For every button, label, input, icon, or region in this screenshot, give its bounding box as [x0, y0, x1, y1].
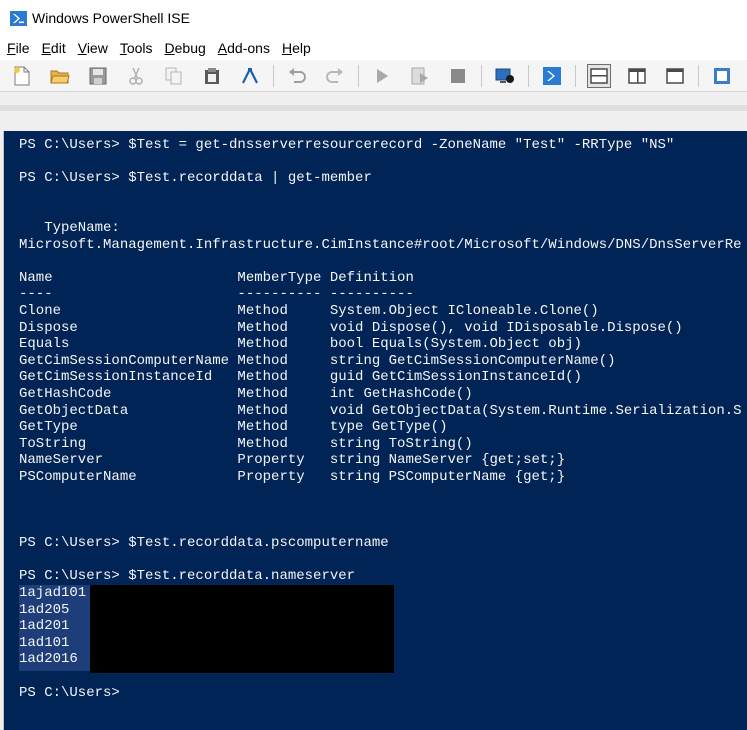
powershell-ise-window: Windows PowerShell ISE File Edit View To… [0, 0, 747, 730]
menu-add-ons[interactable]: Add-ons [212, 40, 276, 56]
open-folder-icon[interactable] [49, 65, 71, 87]
toolbar-separator [528, 64, 529, 87]
toolbar-separator [481, 64, 482, 87]
console-line: Microsoft.Management.Infrastructure.CimI… [19, 236, 742, 253]
console-line: Clone Method System.Object ICloneable.Cl… [19, 302, 599, 319]
console-line: GetType Method type GetType() [19, 419, 448, 436]
console-line: PS C:\Users> $Test.recorddata.pscomputer… [19, 535, 389, 552]
menu-bar: File Edit View Tools Debug Add-ons Help [0, 36, 747, 60]
menu-debug[interactable]: Debug [159, 40, 212, 56]
menu-help-rest: elp [292, 40, 311, 56]
console-line: PS C:\Users> [19, 684, 120, 701]
menu-edit-rest: dit [50, 40, 66, 56]
menu-view-accel: V [77, 40, 87, 56]
save-icon[interactable] [87, 65, 109, 87]
menu-tools[interactable]: Tools [114, 40, 159, 56]
clear-console-icon[interactable] [239, 65, 261, 87]
toolbar-separator [575, 64, 576, 87]
menu-edit[interactable]: Edit [36, 40, 72, 56]
window-title: Windows PowerShell ISE [32, 10, 190, 26]
pane-splitter[interactable] [0, 105, 747, 111]
console-line: ToString Method string ToString() [19, 435, 473, 452]
menu-edit-accel: E [41, 40, 51, 56]
redo-icon[interactable] [324, 65, 346, 87]
console-pane[interactable]: PS C:\Users> $Test = get-dnsserverresour… [3, 131, 747, 730]
console-line: Name MemberType Definition [19, 269, 414, 286]
title-bar: Windows PowerShell ISE [0, 0, 747, 36]
show-script-pane-top-icon[interactable] [587, 63, 611, 88]
run-selection-icon[interactable] [409, 65, 431, 87]
command-addon-icon[interactable] [711, 65, 733, 87]
menu-file[interactable]: File [0, 40, 36, 56]
console-line: TypeName: [19, 219, 120, 236]
copy-icon[interactable] [163, 65, 185, 87]
console-line: Dispose Method void Dispose(), void IDis… [19, 319, 683, 336]
paste-icon[interactable] [201, 65, 223, 87]
console-line: GetHashCode Method int GetHashCode() [19, 385, 473, 402]
menu-add-ons-accel: A [217, 40, 228, 56]
menu-view-rest: iew [86, 40, 108, 56]
console-line: NameServer Property string NameServer {g… [19, 452, 566, 469]
menu-file-accel: F [7, 40, 16, 56]
toolbar-separator [273, 64, 274, 87]
console-line: ---- ---------- ---------- [19, 286, 414, 303]
stop-icon[interactable] [447, 65, 469, 87]
console-line: Equals Method bool Equals(System.Object … [19, 336, 582, 353]
menu-debug-accel: D [164, 40, 175, 56]
console-line: GetCimSessionComputerName Method string … [19, 352, 616, 369]
undo-icon[interactable] [286, 65, 308, 87]
menu-tools-accel: T [119, 40, 127, 56]
redaction-box [90, 585, 394, 673]
menu-file-rest: ile [15, 40, 30, 56]
menu-debug-rest: ebug [174, 40, 206, 56]
toolbar-separator [358, 64, 359, 87]
powershell-console-icon[interactable] [541, 65, 563, 87]
menu-view[interactable]: View [72, 40, 114, 56]
new-script-icon[interactable] [11, 65, 33, 87]
console-line: GetCimSessionInstanceId Method guid GetC… [19, 369, 582, 386]
menu-add-ons-rest: dd-ons [227, 40, 270, 56]
console-line: PS C:\Users> $Test = get-dnsserverresour… [19, 137, 675, 153]
console-line: PS C:\Users> $Test.recorddata | get-memb… [19, 170, 372, 187]
toolbar [0, 60, 747, 92]
cut-icon[interactable] [125, 65, 147, 87]
console-line: GetObjectData Method void GetObjectData(… [19, 402, 742, 419]
show-script-pane-maximized-icon[interactable] [664, 65, 686, 87]
toolbar-separator [698, 64, 699, 87]
console-line: PSComputerName Property string PSCompute… [19, 468, 566, 485]
run-script-icon[interactable] [371, 65, 393, 87]
powershell-ise-icon [10, 10, 27, 26]
menu-help[interactable]: Help [276, 40, 317, 56]
menu-help-accel: H [281, 40, 293, 56]
menu-tools-rest: ools [126, 40, 153, 56]
show-script-pane-right-icon[interactable] [626, 65, 648, 87]
new-remote-tab-icon[interactable] [494, 65, 516, 87]
script-pane-collapsed [0, 93, 747, 131]
console-line: PS C:\Users> $Test.recorddata.nameserver [19, 568, 356, 585]
